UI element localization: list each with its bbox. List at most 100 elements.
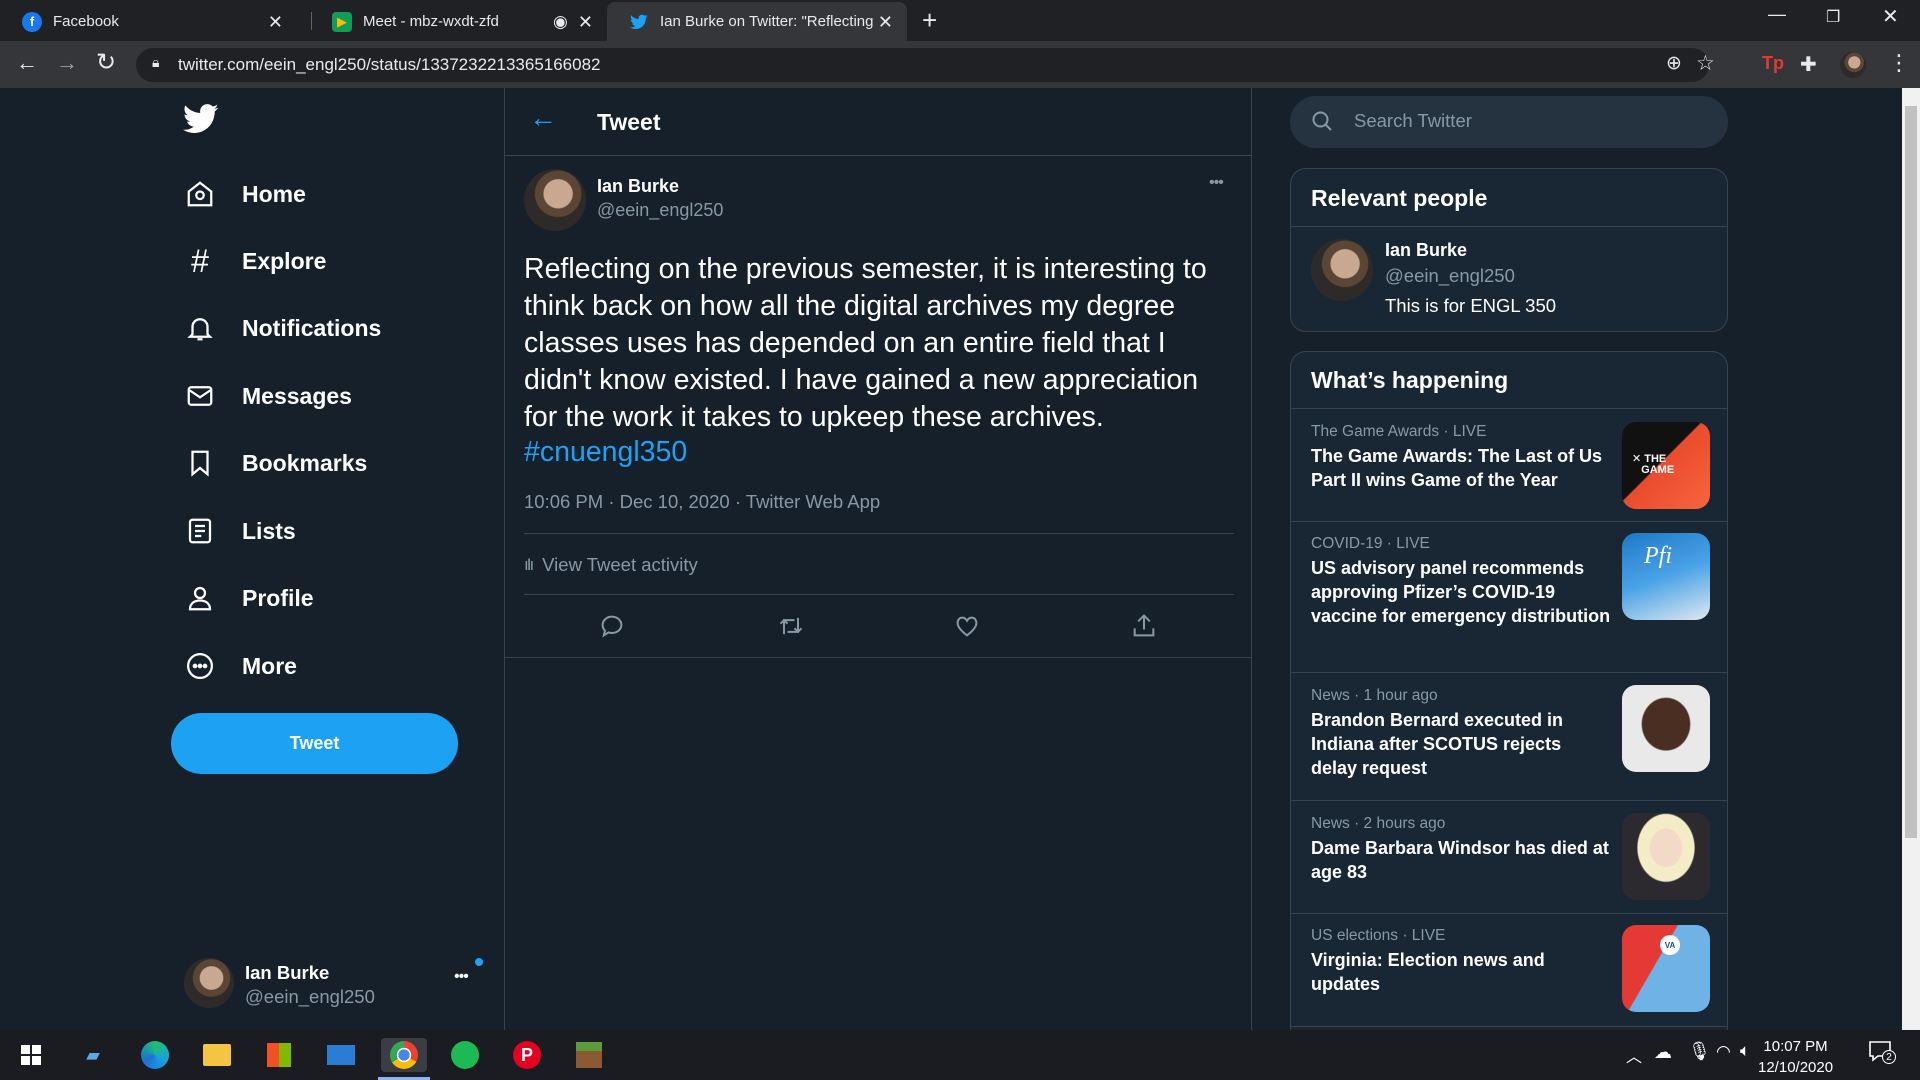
volume-icon[interactable]: 🔈︎: [1740, 1041, 1750, 1061]
close-icon[interactable]: ✕: [268, 12, 283, 33]
nav-more[interactable]: More: [184, 650, 297, 682]
restore-icon[interactable]: ❐: [1826, 7, 1840, 27]
nav-lists[interactable]: Lists: [184, 515, 296, 547]
window-close-icon[interactable]: ✕: [1882, 4, 1899, 29]
taskbar-clock[interactable]: 10:07 PM 12/10/2020: [1758, 1036, 1833, 1078]
search-input[interactable]: Search Twitter: [1354, 110, 1472, 132]
twitter-page: Home # Explore Notifications Messages Bo…: [0, 88, 1902, 1051]
url-omnibox[interactable]: 🔒︎ twitter.com/eein_engl250/status/13372…: [136, 48, 1715, 82]
bookmark-icon: [184, 447, 216, 479]
hashtag-link[interactable]: #cnuengl350: [524, 436, 687, 469]
notification-center-icon[interactable]: 2: [1868, 1040, 1896, 1066]
windows-start-icon[interactable]: [14, 1038, 48, 1072]
nav-label: Explore: [242, 247, 327, 274]
nav-profile[interactable]: Profile: [184, 582, 314, 614]
more-circle-icon: [184, 650, 216, 682]
view-tweet-activity[interactable]: ıIı View Tweet activity: [524, 554, 698, 576]
person-handle[interactable]: @eein_engl250: [1385, 265, 1515, 287]
add-icon[interactable]: ⊕: [1666, 52, 1682, 75]
onedrive-icon[interactable]: ☁: [1654, 1042, 1672, 1063]
author-handle[interactable]: @eein_engl250: [597, 200, 723, 221]
trend-meta: COVID-19 · LIVE: [1311, 535, 1430, 552]
share-icon[interactable]: [1130, 612, 1160, 642]
reply-icon[interactable]: [598, 612, 628, 642]
account-switcher[interactable]: Ian Burke @eein_engl250 •••: [184, 958, 484, 1018]
close-icon[interactable]: ✕: [578, 12, 593, 33]
store-icon[interactable]: [262, 1038, 296, 1072]
trend-item[interactable]: News · 1 hour ago Brandon Bernard execut…: [1291, 673, 1727, 800]
tweet-header: ← Tweet: [505, 88, 1251, 156]
puzzle-extensions-icon[interactable]: ✚: [1800, 52, 1817, 77]
chrome-taskbar-icon[interactable]: [381, 1038, 427, 1072]
chevron-up-icon[interactable]: ︿: [1626, 1043, 1642, 1067]
nav-explore[interactable]: # Explore: [184, 243, 327, 279]
minecraft-icon[interactable]: [572, 1038, 606, 1072]
edge-icon[interactable]: [138, 1038, 172, 1072]
minimize-icon[interactable]: —: [1768, 4, 1786, 25]
file-explorer-icon[interactable]: [200, 1038, 234, 1072]
profile-avatar-icon[interactable]: [1840, 52, 1866, 78]
bookmark-star-icon[interactable]: ☆: [1696, 51, 1715, 76]
nav-messages[interactable]: Messages: [184, 380, 352, 412]
tab-title: Ian Burke on Twitter: "Reflecting: [660, 13, 874, 30]
divider: [524, 533, 1234, 534]
spotify-icon[interactable]: [448, 1038, 482, 1072]
divider: [524, 594, 1234, 595]
clock-date: 12/10/2020: [1758, 1059, 1834, 1076]
search-box[interactable]: Search Twitter: [1290, 96, 1728, 148]
trend-item[interactable]: COVID-19 · LIVE US advisory panel recomm…: [1291, 522, 1727, 672]
trend-item[interactable]: News · 2 hours ago Dame Barbara Windsor …: [1291, 801, 1727, 913]
mail-icon[interactable]: [324, 1038, 358, 1072]
account-handle: @eein_engl250: [245, 986, 375, 1007]
tweet-button[interactable]: Tweet: [171, 713, 458, 774]
author-name[interactable]: Ian Burke: [597, 176, 679, 197]
nav-home[interactable]: Home: [184, 178, 306, 210]
forward-icon[interactable]: →: [56, 50, 78, 76]
page-scrollbar[interactable]: [1902, 88, 1920, 1030]
address-bar: ← → ↻ 🔒︎ twitter.com/eein_engl250/status…: [0, 41, 1920, 88]
tab-meet[interactable]: ▶ Meet - mbz-wxdt-zfd ◉ ✕: [310, 2, 607, 41]
tab-twitter[interactable]: Ian Burke on Twitter: "Reflecting ✕: [607, 2, 907, 41]
desktop-app-icon[interactable]: ▰: [76, 1038, 110, 1072]
lock-icon[interactable]: 🔒︎: [152, 54, 159, 71]
nav-notifications[interactable]: Notifications: [184, 312, 381, 344]
extension-tp-icon[interactable]: Tp: [1762, 53, 1784, 74]
like-icon[interactable]: [953, 612, 983, 642]
list-icon: [184, 515, 216, 547]
new-tab-icon[interactable]: +: [922, 5, 937, 36]
page-title: Tweet: [597, 109, 661, 135]
trend-item[interactable]: The Game Awards · LIVE The Game Awards: …: [1291, 409, 1727, 521]
tweet-timestamp[interactable]: 10:06 PM · Dec 10, 2020 · Twitter Web Ap…: [524, 491, 880, 513]
account-name: Ian Burke: [245, 962, 330, 983]
avatar: [184, 958, 234, 1008]
nav-bookmarks[interactable]: Bookmarks: [184, 447, 367, 479]
kebab-menu-icon[interactable]: ⋮: [1888, 50, 1910, 76]
trend-title: US advisory panel recommends approving P…: [1311, 558, 1611, 626]
trend-meta: US elections · LIVE: [1311, 927, 1446, 944]
tab-facebook[interactable]: f Facebook ✕: [0, 2, 297, 41]
windows-taskbar: ▰ P ︿ ☁ 🎙︎ ◠ 🔈︎ 10:07 PM 12/10/2020 2: [0, 1030, 1920, 1080]
twitter-logo-icon[interactable]: [183, 104, 219, 139]
pfizer-thumbnail: Pfi: [1622, 533, 1710, 620]
trend-item[interactable]: US elections · LIVE Virginia: Election n…: [1291, 914, 1727, 1026]
nav-label: More: [242, 652, 297, 679]
nav-label: Notifications: [242, 314, 382, 341]
reload-icon[interactable]: ↻: [96, 48, 116, 77]
author-avatar[interactable]: [524, 169, 586, 231]
wifi-icon[interactable]: ◠: [1716, 1042, 1731, 1062]
tab-title: Meet - mbz-wxdt-zfd: [363, 13, 499, 30]
person-name[interactable]: Ian Burke: [1385, 240, 1467, 261]
tweet-more-icon[interactable]: •••: [1209, 174, 1224, 192]
url-text[interactable]: twitter.com/eein_engl250/status/13372322…: [178, 55, 601, 75]
retweet-icon[interactable]: [776, 612, 806, 642]
scrollbar-thumb[interactable]: [1905, 106, 1917, 838]
back-icon[interactable]: ←: [16, 50, 38, 76]
microphone-icon[interactable]: 🎙︎: [1688, 1041, 1711, 1062]
avatar[interactable]: [1311, 239, 1373, 301]
close-icon[interactable]: ✕: [878, 12, 893, 33]
pinterest-icon[interactable]: P: [510, 1038, 544, 1072]
back-arrow-icon[interactable]: ←: [529, 102, 557, 134]
notification-count: 2: [1882, 1050, 1896, 1064]
card-title: What’s happening: [1311, 367, 1509, 393]
trend-meta: News · 1 hour ago: [1311, 687, 1438, 704]
